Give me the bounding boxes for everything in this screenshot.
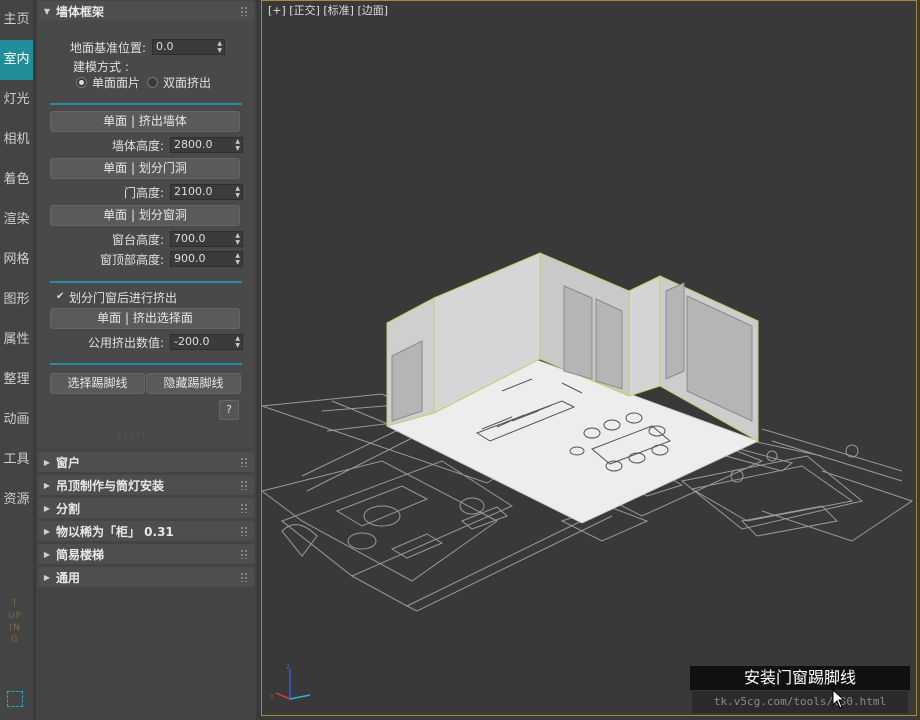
option-single-label: 单面面片 [92,76,141,90]
common-extrude-label: 公用挤出数值: [88,336,165,350]
nav-item[interactable]: 渲染 [0,200,33,240]
nav-item[interactable]: 网格 [0,240,33,280]
rollout-header[interactable]: ▶ 窗户 [38,452,254,472]
scene-wireframe[interactable] [262,1,916,715]
door-height-spinner[interactable]: 2100.0 ▲ ▼ [170,184,243,200]
extrude-wall-button[interactable]: 单面 | 挤出墙体 [50,111,240,132]
nav-item[interactable]: 着色 [0,160,33,200]
source-url: tk.v5cg.com/tools/t30.html [692,691,908,713]
help-button[interactable]: ? [219,400,239,420]
sill-height-spinner[interactable]: 700.0 ▲ ▼ [170,231,243,247]
nav-item[interactable]: 灯光 [0,80,33,120]
radio-double-extrude[interactable] [147,77,158,88]
svg-text:z: z [286,662,290,671]
build-mode-label: 建模方式 : [73,60,129,74]
rollout-resize-handle[interactable]: ::::: [118,430,148,440]
rollout-title: 窗户 [56,455,81,470]
rollout-header[interactable]: ▶ 吊顶制作与筒灯安装 [38,475,254,495]
section-divider [50,281,242,283]
extrude-after-split-checkbox[interactable]: ✔ [56,292,66,302]
wall-frame-body: 地面基准位置: 0.0 ▲ ▼ 建模方式 : 单面面片 双面挤出 单面 | 挤出墙体… [38,20,254,448]
split-door-button[interactable]: 单面 | 划分门洞 [50,158,240,179]
nav-item[interactable]: 属性 [0,320,33,360]
spinner-arrows-icon[interactable]: ▲ ▼ [235,252,240,266]
nav-item[interactable]: 整理 [0,360,33,400]
wall-height-spinner[interactable]: 2800.0 ▲ ▼ [170,137,243,153]
common-extrude-spinner[interactable]: -200.0 ▲ ▼ [170,334,243,350]
drag-grip-icon[interactable] [240,480,248,490]
rollout-header[interactable]: ▶ 通用 [38,567,254,587]
selection-icon[interactable] [7,691,23,707]
drag-grip-icon[interactable] [240,503,248,513]
rollout-title: 通用 [56,570,81,585]
floor-ref-spinner[interactable]: 0.0 ▲ ▼ [152,39,225,55]
expand-arrow-icon: ▶ [43,457,51,467]
option-double-label: 双面挤出 [163,76,212,90]
brand-logo: TUPING [8,599,23,645]
floor-ref-value: 0.0 [156,40,174,53]
drag-grip-icon[interactable] [240,457,248,467]
nav-item[interactable]: 工具 [0,440,33,480]
rollout-header[interactable]: ▶ 分割 [38,498,254,518]
select-baseboard-button[interactable]: 选择踢脚线 [50,373,145,394]
checkbox-label: 划分门窗后进行挤出 [69,291,178,305]
spinner-arrows-icon[interactable]: ▲ ▼ [235,335,240,349]
wall-height-value: 2800.0 [174,138,213,151]
split-window-button[interactable]: 单面 | 划分窗洞 [50,205,240,226]
viewport-label[interactable]: [+] [正交] [标准] [边面] [268,2,388,18]
drag-grip-icon[interactable] [240,6,248,16]
rollout-wall-frame-header[interactable]: ▼ 墙体框架 [38,1,254,21]
hide-baseboard-button[interactable]: 隐藏踢脚线 [146,373,241,394]
rollout-title: 物以稀为「柜」 0.31 [56,524,174,539]
expand-arrow-icon: ▶ [43,526,51,536]
section-divider [50,103,242,105]
extrude-face-button[interactable]: 单面 | 挤出选择面 [50,308,240,329]
wall-height-label: 墙体高度: [112,139,165,153]
rollout-header[interactable]: ▶ 简易楼梯 [38,544,254,564]
expand-arrow-icon: ▶ [43,503,51,513]
drag-grip-icon[interactable] [240,549,248,559]
drag-grip-icon[interactable] [240,526,248,536]
rollout-header[interactable]: ▶ 物以稀为「柜」 0.31 [38,521,254,541]
rollout-title: 墙体框架 [56,4,105,19]
tutorial-caption: 安装门窗踢脚线 [690,666,910,690]
rollout-title: 分割 [56,501,81,516]
expand-arrow-icon: ▶ [43,480,51,490]
drag-grip-icon[interactable] [240,572,248,582]
spinner-arrows-icon[interactable]: ▲ ▼ [235,185,240,199]
spinner-arrows-icon[interactable]: ▲ ▼ [217,40,222,54]
window-top-label: 窗顶部高度: [100,253,165,267]
spinner-arrows-icon[interactable]: ▲ ▼ [235,138,240,152]
nav-item[interactable]: 图形 [0,280,33,320]
door-height-label: 门高度: [124,186,165,200]
viewport[interactable]: [+] [正交] [标准] [边面] x z 安装门窗踢脚线 tk.v5cg.c… [261,0,917,716]
sill-height-label: 窗台高度: [112,233,165,247]
window-top-value: 900.0 [174,252,206,265]
floor-ref-label: 地面基准位置: [70,41,147,55]
nav-item[interactable]: 动画 [0,400,33,440]
radio-single-face[interactable] [76,77,87,88]
nav-item[interactable]: 室内 [0,40,33,80]
axis-gizmo-icon: x z [270,662,311,701]
nav-item[interactable]: 相机 [0,120,33,160]
nav-item[interactable]: 主页 [0,0,33,40]
expand-arrow-icon: ▶ [43,549,51,559]
mouse-cursor-icon [832,689,846,709]
sill-height-value: 700.0 [174,232,206,245]
nav-item[interactable]: 资源 [0,480,33,520]
rollout-title: 简易楼梯 [56,547,105,562]
expand-arrow-icon: ▶ [43,572,51,582]
collapse-arrow-icon: ▼ [43,6,51,16]
door-height-value: 2100.0 [174,185,213,198]
window-top-spinner[interactable]: 900.0 ▲ ▼ [170,251,243,267]
rollout-title: 吊顶制作与筒灯安装 [56,478,165,493]
spinner-arrows-icon[interactable]: ▲ ▼ [235,232,240,246]
section-divider [50,363,242,365]
svg-text:x: x [270,692,274,701]
common-extrude-value: -200.0 [174,335,210,348]
command-panel: ▼ 墙体框架 地面基准位置: 0.0 ▲ ▼ 建模方式 : 单面面片 双面挤出 单面… [36,0,256,720]
